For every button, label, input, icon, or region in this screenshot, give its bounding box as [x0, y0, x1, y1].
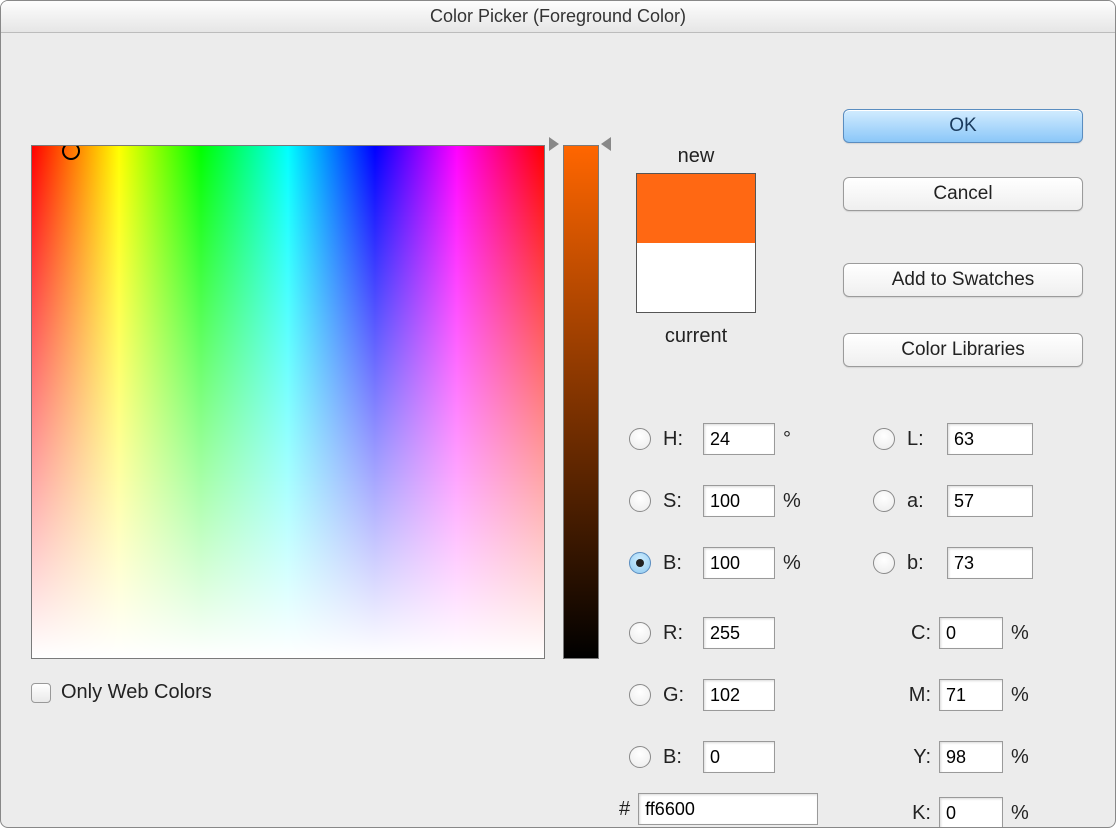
- unit-b-hsb: %: [783, 552, 805, 575]
- row-s: S: %: [629, 481, 805, 521]
- row-b-lab: b:: [873, 543, 1033, 583]
- input-l[interactable]: [947, 423, 1033, 455]
- input-s[interactable]: [703, 485, 775, 517]
- radio-b-rgb[interactable]: [629, 746, 651, 768]
- swatch-preview: [636, 173, 756, 313]
- input-b-rgb[interactable]: [703, 741, 775, 773]
- label-c: C:: [899, 622, 931, 645]
- unit-s: %: [783, 490, 805, 513]
- unit-c: %: [1011, 622, 1033, 645]
- radio-a[interactable]: [873, 490, 895, 512]
- new-label: new: [636, 145, 756, 168]
- label-b-hsb: B:: [663, 552, 695, 575]
- label-m: M:: [899, 684, 931, 707]
- hex-prefix: #: [619, 798, 630, 821]
- input-y[interactable]: [939, 741, 1003, 773]
- input-hex[interactable]: [638, 793, 818, 825]
- value-slider[interactable]: [563, 145, 599, 659]
- color-field[interactable]: [31, 145, 545, 659]
- input-k[interactable]: [939, 797, 1003, 828]
- label-l: L:: [907, 428, 939, 451]
- color-field-white-layer: [32, 146, 544, 658]
- radio-r[interactable]: [629, 622, 651, 644]
- label-b-lab: b:: [907, 552, 939, 575]
- current-label: current: [636, 325, 756, 348]
- input-c[interactable]: [939, 617, 1003, 649]
- row-b-hsb: B: %: [629, 543, 805, 583]
- value-slider-arrow-left[interactable]: [549, 137, 559, 151]
- label-k: K:: [899, 802, 931, 825]
- radio-h[interactable]: [629, 428, 651, 450]
- row-l: L:: [873, 419, 1033, 459]
- row-k: K: %: [899, 793, 1033, 828]
- unit-m: %: [1011, 684, 1033, 707]
- input-h[interactable]: [703, 423, 775, 455]
- radio-s[interactable]: [629, 490, 651, 512]
- label-y: Y:: [899, 746, 931, 769]
- cancel-button[interactable]: Cancel: [843, 177, 1083, 211]
- label-s: S:: [663, 490, 695, 513]
- label-h: H:: [663, 428, 695, 451]
- unit-k: %: [1011, 802, 1033, 825]
- input-b-lab[interactable]: [947, 547, 1033, 579]
- unit-h: °: [783, 428, 805, 451]
- color-picker-window: Color Picker (Foreground Color) new curr…: [0, 0, 1116, 828]
- label-b-rgb: B:: [663, 746, 695, 769]
- row-h: H: °: [629, 419, 805, 459]
- input-a[interactable]: [947, 485, 1033, 517]
- row-b-rgb: B:: [629, 737, 805, 777]
- row-m: M: %: [899, 675, 1033, 715]
- radio-b-hsb[interactable]: [629, 552, 651, 574]
- swatch-current[interactable]: [637, 243, 755, 312]
- ok-button[interactable]: OK: [843, 109, 1083, 143]
- radio-l[interactable]: [873, 428, 895, 450]
- row-y: Y: %: [899, 737, 1033, 777]
- label-g: G:: [663, 684, 695, 707]
- add-to-swatches-button[interactable]: Add to Swatches: [843, 263, 1083, 297]
- only-web-colors-label: Only Web Colors: [61, 681, 212, 704]
- dialog-body: new current OK Cancel Add to Swatches Co…: [1, 33, 1115, 827]
- row-c: C: %: [899, 613, 1033, 653]
- row-a: a:: [873, 481, 1033, 521]
- label-r: R:: [663, 622, 695, 645]
- only-web-colors-checkbox[interactable]: [31, 683, 51, 703]
- row-hex: #: [619, 793, 818, 825]
- radio-g[interactable]: [629, 684, 651, 706]
- row-r: R:: [629, 613, 805, 653]
- unit-y: %: [1011, 746, 1033, 769]
- input-r[interactable]: [703, 617, 775, 649]
- row-g: G:: [629, 675, 805, 715]
- color-libraries-button[interactable]: Color Libraries: [843, 333, 1083, 367]
- input-m[interactable]: [939, 679, 1003, 711]
- window-title: Color Picker (Foreground Color): [1, 1, 1115, 33]
- label-a: a:: [907, 490, 939, 513]
- value-slider-arrow-right[interactable]: [601, 137, 611, 151]
- radio-b-lab[interactable]: [873, 552, 895, 574]
- swatch-new[interactable]: [637, 174, 755, 243]
- input-b-hsb[interactable]: [703, 547, 775, 579]
- input-g[interactable]: [703, 679, 775, 711]
- only-web-colors-row: Only Web Colors: [31, 681, 212, 704]
